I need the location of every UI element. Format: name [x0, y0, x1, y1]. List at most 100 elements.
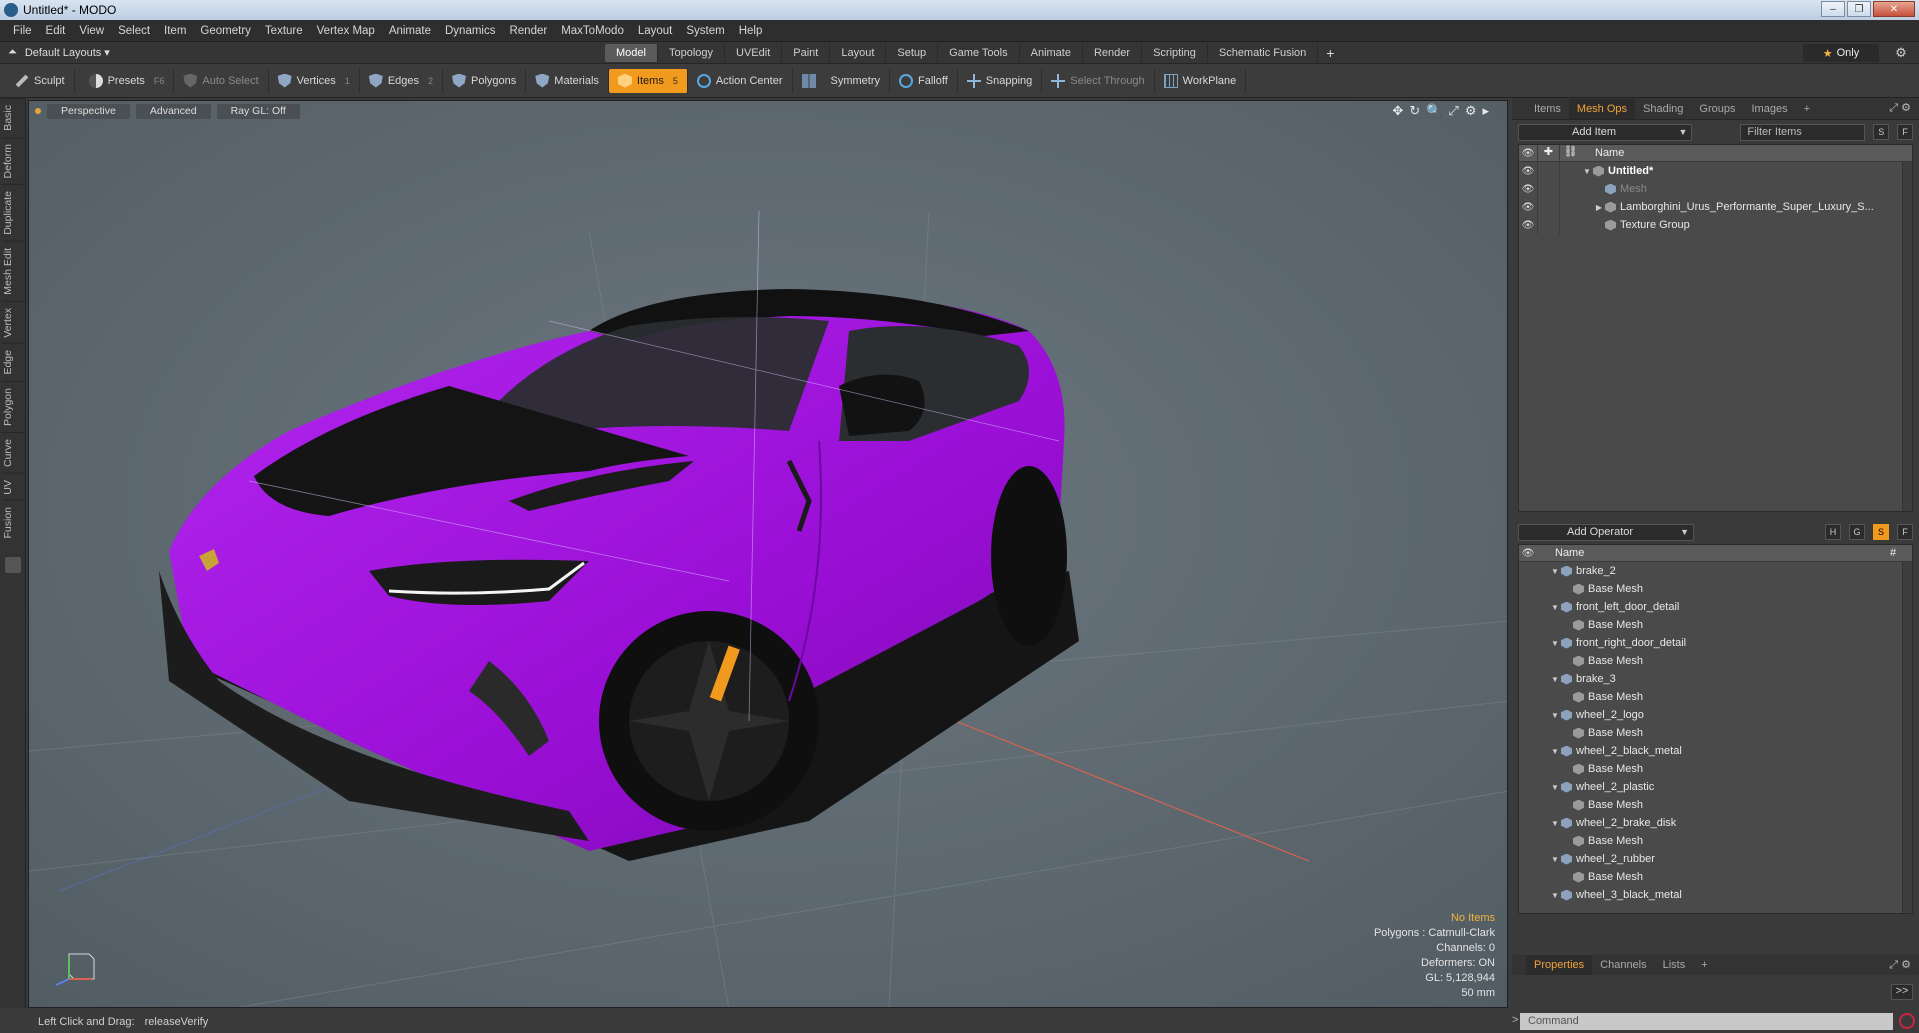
item-row-mesh[interactable]: 👁 Mesh	[1519, 180, 1912, 198]
menu-geometry[interactable]: Geometry	[193, 25, 258, 37]
base-mesh-row[interactable]: Base Mesh	[1519, 796, 1912, 814]
item-row-texture-group[interactable]: 👁 Texture Group	[1519, 216, 1912, 234]
advanced-dropdown[interactable]: Advanced	[135, 103, 211, 119]
menu-dynamics[interactable]: Dynamics	[438, 25, 502, 37]
only-button[interactable]: ★ Only	[1803, 44, 1879, 62]
expand-icon[interactable]: ▶	[1593, 203, 1605, 212]
tab-mesh-ops[interactable]: Mesh Ops	[1568, 98, 1636, 119]
tab-animate[interactable]: Animate	[1020, 43, 1083, 62]
base-mesh-row[interactable]: Base Mesh	[1519, 868, 1912, 886]
vtab-uv[interactable]: UV	[2, 472, 24, 501]
vtab-mesh-edit[interactable]: Mesh Edit	[2, 240, 24, 301]
edges-button[interactable]: Edges 2	[360, 68, 444, 93]
visibility-eye-icon[interactable]: 👁	[1519, 220, 1537, 231]
add-panel-tab[interactable]: +	[1796, 99, 1818, 119]
tab-layout[interactable]: Layout	[830, 43, 887, 62]
item-row-scene[interactable]: 👁 ▼ Untitled*	[1519, 162, 1912, 180]
expand-properties-button[interactable]: >>	[1891, 984, 1913, 1000]
mesh-op-row[interactable]: ▼ brake_3	[1519, 670, 1912, 688]
expand-icon[interactable]: ▼	[1549, 711, 1561, 720]
tab-game-tools[interactable]: Game Tools	[938, 43, 1020, 62]
vtab-duplicate[interactable]: Duplicate	[2, 184, 24, 241]
base-mesh-row[interactable]: Base Mesh	[1519, 724, 1912, 742]
action-center-button[interactable]: Action Center	[688, 68, 793, 93]
minimize-button[interactable]: –	[1821, 1, 1845, 17]
symmetry-button[interactable]: Symmetry	[793, 68, 890, 93]
visibility-eye-icon[interactable]: 👁	[1519, 202, 1537, 213]
viewport-expand-icon[interactable]: ▸	[1482, 103, 1489, 119]
menu-layout[interactable]: Layout	[631, 25, 680, 37]
tab-setup[interactable]: Setup	[886, 43, 939, 62]
expand-icon[interactable]: ▼	[1549, 639, 1561, 648]
base-mesh-row[interactable]: Base Mesh	[1519, 652, 1912, 670]
expand-icon[interactable]: ▼	[1549, 675, 1561, 684]
menu-render[interactable]: Render	[502, 25, 554, 37]
mesh-ops-f-button[interactable]: F	[1897, 524, 1913, 540]
menu-select[interactable]: Select	[111, 25, 157, 37]
tab-scripting[interactable]: Scripting	[1142, 43, 1208, 62]
tab-schematic-fusion[interactable]: Schematic Fusion	[1208, 43, 1319, 62]
viewport-settings-icon[interactable]: ⚙	[1465, 103, 1477, 119]
mesh-op-row[interactable]: ▼ wheel_2_rubber	[1519, 850, 1912, 868]
expand-icon[interactable]: ▼	[1549, 567, 1561, 576]
snapping-button[interactable]: Snapping	[958, 68, 1043, 93]
move-view-icon[interactable]: ✥	[1392, 103, 1403, 119]
polygons-button[interactable]: Polygons	[443, 68, 527, 93]
expand-icon[interactable]: ▼	[1549, 819, 1561, 828]
workplane-button[interactable]: WorkPlane	[1155, 68, 1247, 93]
mesh-op-row[interactable]: ▼ wheel_2_logo	[1519, 706, 1912, 724]
command-history-icon[interactable]	[1899, 1013, 1915, 1029]
menu-help[interactable]: Help	[732, 25, 770, 37]
menu-maxtomodo[interactable]: MaxToModo	[554, 25, 631, 37]
tab-lists[interactable]: Lists	[1655, 955, 1694, 975]
tab-groups[interactable]: Groups	[1691, 99, 1743, 119]
base-mesh-row[interactable]: Base Mesh	[1519, 688, 1912, 706]
mesh-ops-s-button[interactable]: S	[1873, 524, 1889, 540]
mesh-ops-scrollbar[interactable]	[1902, 562, 1912, 913]
menu-texture[interactable]: Texture	[258, 25, 310, 37]
visibility-eye-icon[interactable]: 👁	[1519, 166, 1537, 177]
add-properties-tab[interactable]: +	[1693, 955, 1715, 975]
filter-f-button[interactable]: F	[1897, 124, 1913, 140]
mesh-ops-h-button[interactable]: H	[1825, 524, 1841, 540]
tab-paint[interactable]: Paint	[782, 43, 831, 62]
filter-s-button[interactable]: S	[1873, 124, 1890, 140]
gear-icon[interactable]: ⚙	[1893, 45, 1909, 61]
falloff-button[interactable]: Falloff	[890, 68, 958, 93]
rotate-view-icon[interactable]: ↻	[1409, 103, 1420, 119]
expand-icon[interactable]: ▼	[1549, 603, 1561, 612]
mesh-op-row[interactable]: ▼ wheel_2_black_metal	[1519, 742, 1912, 760]
presets-button[interactable]: Presets F6	[75, 68, 175, 93]
mesh-op-row[interactable]: ▼ wheel_2_brake_disk	[1519, 814, 1912, 832]
mesh-ops-g-button[interactable]: G	[1849, 524, 1865, 540]
mesh-op-row[interactable]: ▼ wheel_3_black_metal	[1519, 886, 1912, 904]
3d-viewport[interactable]: Perspective Advanced Ray GL: Off ✥ ↻ 🔍 ⤢…	[28, 100, 1508, 1008]
add-operator-dropdown[interactable]: Add Operator ▼	[1518, 523, 1694, 541]
close-button[interactable]: ✕	[1873, 1, 1915, 17]
command-input[interactable]: Command	[1520, 1013, 1893, 1030]
sculpt-button[interactable]: Sculpt	[6, 68, 75, 93]
select-through-button[interactable]: Select Through	[1042, 68, 1155, 93]
maximize-button[interactable]: ❐	[1847, 1, 1871, 17]
panel-options-icon[interactable]: ⤢ ⚙	[1889, 101, 1911, 115]
items-button[interactable]: Items 5	[608, 68, 688, 93]
strip-toggle-button[interactable]	[4, 556, 21, 573]
tab-model[interactable]: Model	[605, 43, 658, 62]
menu-file[interactable]: File	[6, 25, 39, 37]
tab-shading[interactable]: Shading	[1635, 99, 1691, 119]
tab-topology[interactable]: Topology	[658, 43, 726, 62]
vtab-vertex[interactable]: Vertex	[2, 300, 24, 344]
vertices-button[interactable]: Vertices 1	[269, 68, 360, 93]
perspective-dropdown[interactable]: Perspective	[47, 103, 130, 119]
properties-options-icon[interactable]: ⤢ ⚙	[1889, 958, 1911, 972]
tab-render[interactable]: Render	[1083, 43, 1143, 62]
expand-icon[interactable]: ▼	[1581, 167, 1593, 176]
add-item-dropdown[interactable]: Add Item ▼	[1518, 123, 1693, 141]
expand-icon[interactable]: ▼	[1549, 783, 1561, 792]
default-layouts-dropdown[interactable]: ⏶ Default Layouts ▾	[0, 46, 605, 59]
mesh-op-row[interactable]: ▼ front_left_door_detail	[1519, 598, 1912, 616]
mesh-op-row[interactable]: ▼ wheel_2_plastic	[1519, 778, 1912, 796]
vtab-deform[interactable]: Deform	[2, 136, 24, 185]
menu-vertex-map[interactable]: Vertex Map	[310, 25, 382, 37]
vtab-edge[interactable]: Edge	[2, 343, 24, 381]
